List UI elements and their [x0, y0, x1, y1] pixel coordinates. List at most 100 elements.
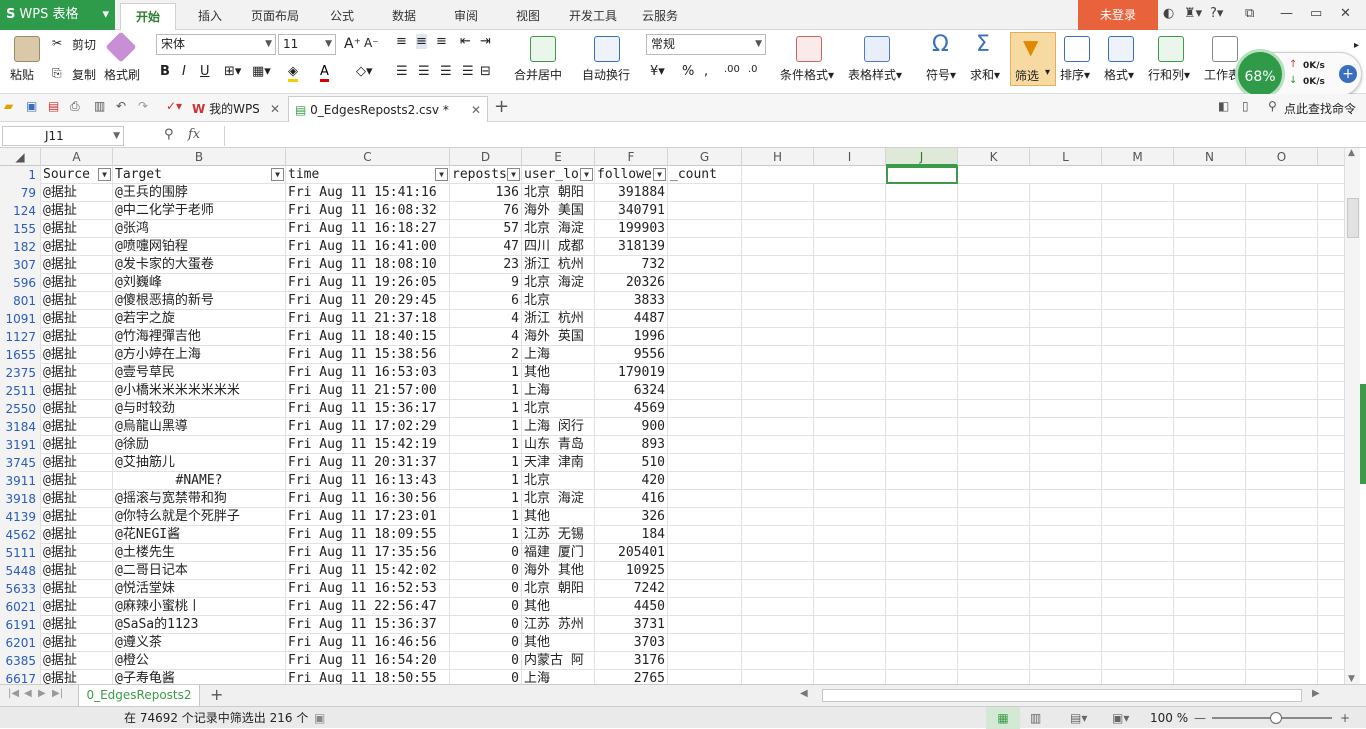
cell-reposts[interactable]: 0 — [450, 598, 522, 616]
cell-n[interactable] — [1174, 598, 1246, 616]
cell-i[interactable] — [814, 256, 886, 274]
cell-n[interactable] — [1174, 418, 1246, 436]
cell-user-location[interactable]: 其他 — [522, 598, 595, 616]
cell-reposts[interactable]: 1 — [450, 364, 522, 382]
cell-j[interactable] — [886, 454, 958, 472]
cell-source[interactable]: @据扯 — [41, 544, 113, 562]
currency-icon[interactable]: ¥▾ — [650, 64, 665, 79]
cell-source[interactable]: @据扯 — [41, 490, 113, 508]
cell-m[interactable] — [1102, 364, 1174, 382]
cell-reposts[interactable]: 1 — [450, 472, 522, 490]
cell-reposts[interactable]: 9 — [450, 274, 522, 292]
cell-target[interactable]: @张鸿 — [113, 220, 286, 238]
cell-source[interactable]: @据扯 — [41, 202, 113, 220]
cell-g[interactable] — [668, 220, 742, 238]
cell-k[interactable] — [958, 472, 1030, 490]
cell-o[interactable] — [1246, 544, 1318, 562]
cell-h[interactable] — [742, 544, 814, 562]
cell-l[interactable] — [1030, 220, 1102, 238]
table-style-button[interactable]: 表格样式▾ — [848, 66, 902, 83]
indent-increase-icon[interactable]: ⇥ — [480, 34, 491, 49]
cell-g[interactable] — [668, 670, 742, 684]
decrease-decimal-icon[interactable]: .0 — [748, 64, 758, 75]
cell-target[interactable]: @王兵的围脖 — [113, 184, 286, 202]
formula-input[interactable] — [224, 126, 1362, 146]
open-folder-icon[interactable]: ▰ — [4, 99, 13, 113]
cell-source[interactable]: @据扯 — [41, 310, 113, 328]
prev-sheet-icon[interactable]: ◀ — [24, 688, 32, 699]
cell-o[interactable] — [1246, 580, 1318, 598]
cell-o[interactable] — [1246, 634, 1318, 652]
cell-j[interactable] — [886, 310, 958, 328]
cell-i[interactable] — [814, 364, 886, 382]
cell-followers[interactable]: 3703 — [595, 634, 668, 652]
cell-user-location[interactable]: 北京 — [522, 400, 595, 418]
format-painter-button[interactable]: 格式刷 — [104, 66, 140, 83]
cell-l[interactable] — [1030, 544, 1102, 562]
cell-h[interactable] — [742, 616, 814, 634]
cell-h[interactable] — [742, 562, 814, 580]
cell-h[interactable] — [742, 274, 814, 292]
cell-time[interactable]: Fri Aug 11 17:02:29 — [286, 418, 450, 436]
cell-n[interactable] — [1174, 472, 1246, 490]
cell-reposts[interactable]: 1 — [450, 508, 522, 526]
save-icon[interactable]: ▣ — [26, 99, 37, 113]
cell-user-location[interactable]: 山东 青岛 — [522, 436, 595, 454]
row-number[interactable]: 3918 — [0, 490, 41, 508]
cell-target[interactable]: @小橋米米米米米米米 — [113, 382, 286, 400]
cell-k[interactable] — [958, 490, 1030, 508]
cell-k[interactable] — [958, 652, 1030, 670]
cell-l[interactable] — [1030, 346, 1102, 364]
cell-k[interactable] — [958, 310, 1030, 328]
rows-columns-button[interactable]: 行和列▾ — [1148, 66, 1190, 83]
export-pdf-icon[interactable]: ▤ — [48, 99, 59, 113]
cell-m[interactable] — [1102, 454, 1174, 472]
cell-reposts[interactable]: 6 — [450, 292, 522, 310]
next-sheet-icon[interactable]: ▶ — [38, 688, 46, 699]
cell-time[interactable]: Fri Aug 11 16:18:27 — [286, 220, 450, 238]
font-name-select[interactable]: 宋体 ▼ — [156, 34, 276, 55]
find-command-input[interactable]: 点此查找命令 — [1284, 100, 1356, 117]
cell-source[interactable]: @据扯 — [41, 634, 113, 652]
cell-l[interactable] — [1030, 472, 1102, 490]
cell-user-location[interactable]: 天津 津南 — [522, 454, 595, 472]
cell-reposts[interactable]: 0 — [450, 580, 522, 598]
cell-j[interactable] — [886, 346, 958, 364]
thousands-icon[interactable]: , — [704, 64, 708, 79]
filter-dropdown-icon[interactable]: ▼ — [271, 168, 284, 181]
row-number[interactable]: 3184 — [0, 418, 41, 436]
cell-m[interactable] — [1102, 292, 1174, 310]
close-icon[interactable]: ✕ — [1340, 6, 1351, 21]
filter-button[interactable]: ▼ 筛选 ▾ — [1010, 32, 1056, 86]
cell-i[interactable] — [814, 670, 886, 684]
percent-icon[interactable]: % — [682, 64, 694, 79]
cell-l[interactable] — [1030, 562, 1102, 580]
zoom-level[interactable]: 100 % — [1150, 707, 1188, 729]
cell-n[interactable] — [1174, 526, 1246, 544]
cell-m[interactable] — [1102, 202, 1174, 220]
cell-n[interactable] — [1174, 184, 1246, 202]
cell-target[interactable]: @艾抽筋儿 — [113, 454, 286, 472]
cell-g[interactable] — [668, 292, 742, 310]
cell-j[interactable] — [886, 184, 958, 202]
cell-o[interactable] — [1246, 256, 1318, 274]
wrap-text-button[interactable]: 自动换行 — [582, 66, 630, 83]
cell-m[interactable] — [1102, 526, 1174, 544]
cell-k[interactable] — [958, 526, 1030, 544]
cell-o[interactable] — [1246, 670, 1318, 684]
ribbon-scroll-icon[interactable]: ▸ — [1354, 40, 1359, 51]
cell-source[interactable]: @据扯 — [41, 328, 113, 346]
cell-time[interactable]: Fri Aug 11 22:56:47 — [286, 598, 450, 616]
zoom-out-icon[interactable]: — — [1194, 707, 1206, 729]
row-number[interactable]: 6385 — [0, 652, 41, 670]
cell-reposts[interactable]: 4 — [450, 310, 522, 328]
cell-source[interactable]: @据扯 — [41, 292, 113, 310]
cell-user-location[interactable]: 海外 其他 — [522, 562, 595, 580]
cell-source[interactable]: @据扯 — [41, 436, 113, 454]
filter-dropdown-icon[interactable]: ▼ — [435, 168, 448, 181]
cell-i[interactable] — [814, 634, 886, 652]
cell-i[interactable] — [814, 382, 886, 400]
cell-followers[interactable]: 10925 — [595, 562, 668, 580]
cell-o[interactable] — [1246, 436, 1318, 454]
cell-target[interactable]: @土楼先生 — [113, 544, 286, 562]
